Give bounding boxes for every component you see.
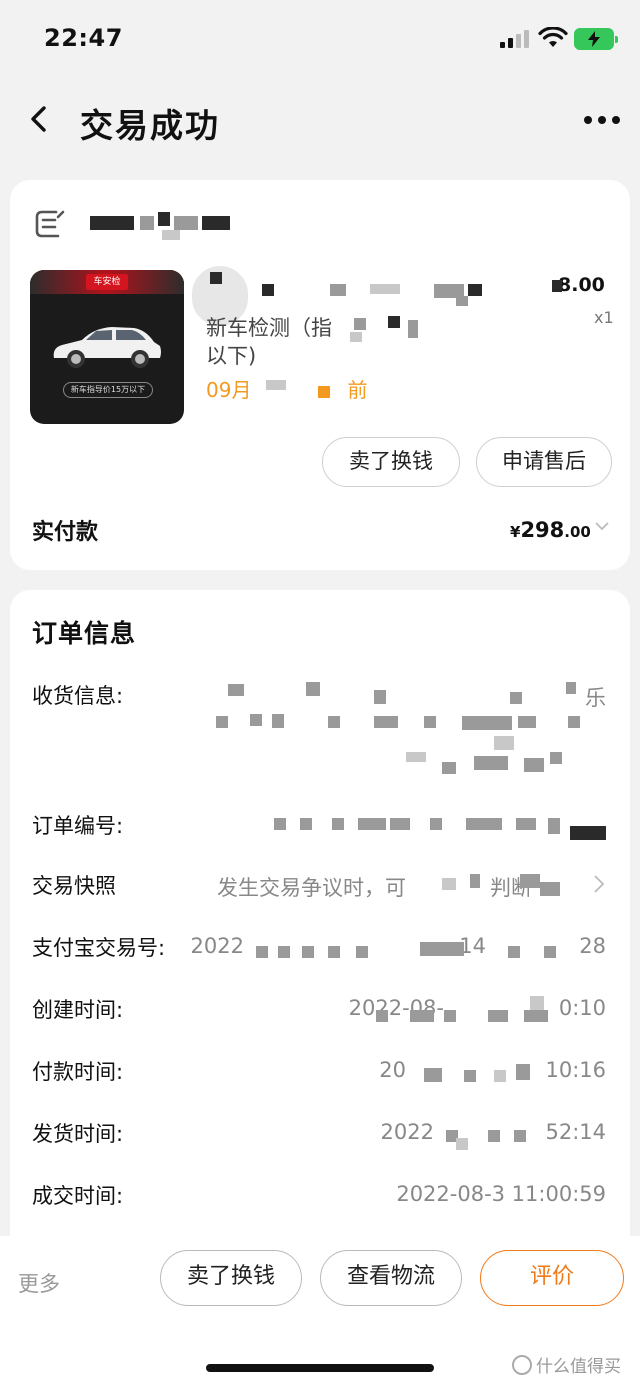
- completed-time-value: 2022-08-3 11:00:59: [396, 1182, 606, 1206]
- home-indicator[interactable]: [206, 1364, 434, 1372]
- product-price: 8.00: [558, 274, 605, 296]
- paid-amount-label: 实付款: [32, 520, 99, 545]
- signal-icon: [500, 30, 532, 48]
- order-info-title: 订单信息: [32, 619, 137, 648]
- paid-dec: .00: [564, 523, 591, 541]
- date-suffix: 前: [347, 378, 368, 402]
- more-link[interactable]: 更多: [18, 1268, 60, 1298]
- sell-for-cash-button[interactable]: 卖了换钱: [322, 437, 460, 487]
- completed-time-label: 成交时间:: [32, 1184, 124, 1208]
- order-info-card: 订单信息 收货信息: 乐 订单编号: 交易快照 发生交易争议时，可 判断 支付宝…: [10, 590, 630, 1240]
- shipping-info-label: 收货信息:: [32, 684, 124, 708]
- created-time-value: 0:10: [558, 996, 606, 1020]
- payment-time-value: 10:16: [545, 1058, 606, 1082]
- price-redacted: [552, 280, 562, 292]
- paid-currency: ¥: [510, 523, 521, 541]
- paid-amount-value[interactable]: ¥298.00: [510, 518, 591, 542]
- chevron-right-icon[interactable]: [592, 874, 606, 894]
- payment-time-prefix: 20: [379, 1058, 406, 1082]
- order-product-card: 车安检 新车指导价15万以下 新车检测（指 以下) 09月前 8.00 x1 卖…: [10, 180, 630, 570]
- alipay-number-prefix[interactable]: 2022: [191, 934, 244, 958]
- watermark-logo-icon: [512, 1355, 532, 1375]
- shipping-info-value: 乐: [585, 686, 606, 710]
- alipay-number-suffix: 28: [579, 934, 606, 958]
- battery-icon: [574, 28, 618, 50]
- thumb-caption: 新车指导价15万以下: [63, 382, 153, 398]
- product-quantity: x1: [594, 308, 614, 327]
- store-icon: [35, 210, 65, 238]
- thumb-tag: 车安检: [86, 274, 128, 290]
- shipping-time-value: 52:14: [545, 1120, 606, 1144]
- page-title: 交易成功: [80, 106, 220, 145]
- paid-int: 298: [520, 518, 565, 542]
- chevron-down-icon[interactable]: [594, 518, 610, 534]
- created-time-label: 创建时间:: [32, 998, 124, 1022]
- shipping-time-prefix: 2022: [380, 1120, 434, 1144]
- review-button[interactable]: 评价: [480, 1250, 624, 1306]
- alipay-number-label: 支付宝交易号:: [32, 936, 166, 960]
- product-title-line2: 以下): [206, 344, 257, 368]
- request-aftersale-button[interactable]: 申请售后: [476, 437, 612, 487]
- transaction-snapshot-label[interactable]: 交易快照: [32, 870, 116, 900]
- shipping-time-label: 发货时间:: [32, 1122, 124, 1146]
- transaction-snapshot-value[interactable]: 发生交易争议时，可: [217, 872, 406, 902]
- payment-time-label: 付款时间:: [32, 1060, 124, 1084]
- back-icon[interactable]: [22, 102, 56, 136]
- product-thumbnail[interactable]: 车安检 新车指导价15万以下: [30, 270, 184, 424]
- nav-bar: 交易成功: [0, 86, 640, 156]
- date-prefix: 09月: [206, 378, 252, 402]
- status-bar: 22:47: [0, 0, 640, 80]
- order-number-label: 订单编号:: [32, 814, 124, 838]
- car-image: [53, 327, 161, 368]
- sell-for-cash-bottom-button[interactable]: 卖了换钱: [160, 1250, 302, 1306]
- watermark: 什么值得买: [512, 1352, 621, 1377]
- more-options-icon[interactable]: [582, 110, 622, 130]
- status-time: 22:47: [44, 24, 123, 52]
- watermark-text: 什么值得买: [536, 1357, 621, 1377]
- wifi-icon: [538, 27, 568, 47]
- view-logistics-button[interactable]: 查看物流: [320, 1250, 462, 1306]
- product-delivery-date: 09月 前: [206, 374, 367, 403]
- bottom-action-bar: 更多 卖了换钱 查看物流 评价 什么值得买: [0, 1236, 640, 1386]
